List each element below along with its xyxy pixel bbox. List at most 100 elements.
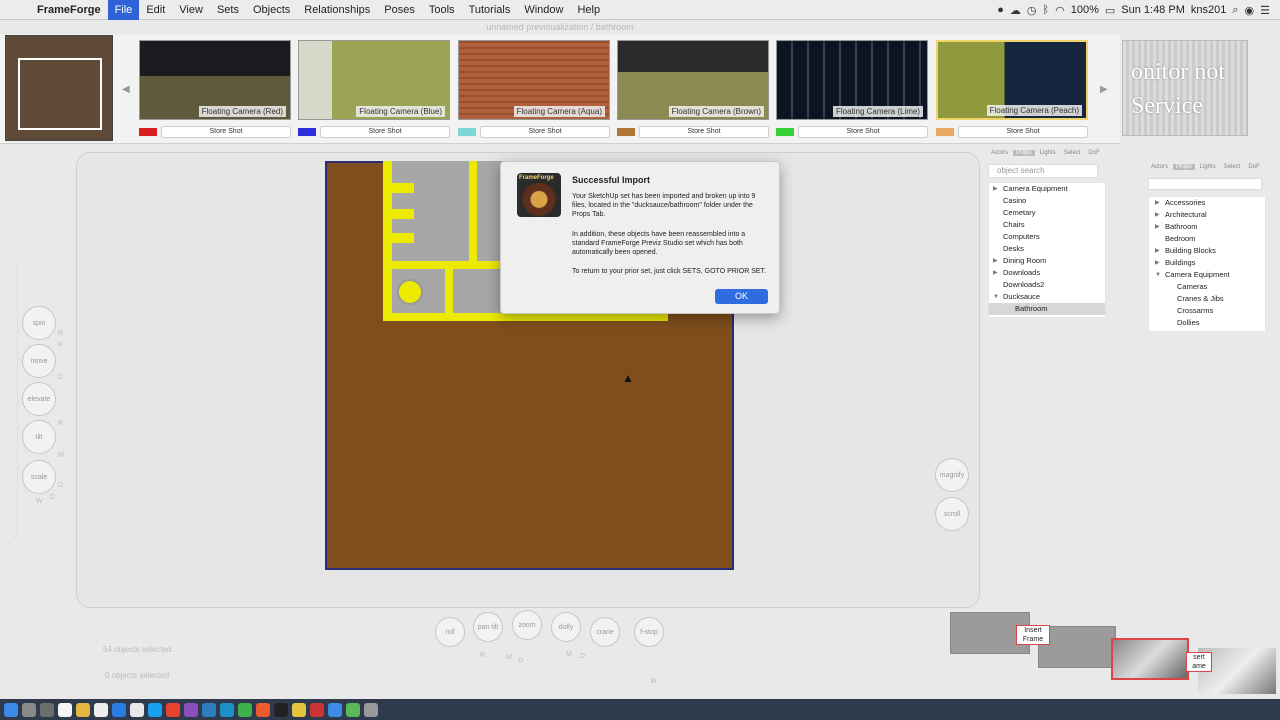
- photoshop-icon[interactable]: [202, 702, 216, 717]
- elevate-knob[interactable]: elevate: [22, 382, 56, 416]
- mini-floor-plan[interactable]: [5, 35, 113, 141]
- roll-knob[interactable]: roll: [435, 617, 465, 647]
- tab-actors[interactable]: Actors: [1148, 164, 1171, 170]
- launchpad-icon[interactable]: [22, 702, 36, 717]
- battery-percent[interactable]: 100%: [1071, 4, 1099, 16]
- insert-frame-button[interactable]: Insert Frame: [1016, 625, 1050, 645]
- clock-icon[interactable]: ◷: [1027, 4, 1037, 17]
- tree-item[interactable]: Cemetary: [989, 207, 1105, 219]
- tree-item[interactable]: ▶ Building Blocks: [1149, 245, 1265, 257]
- shot-thumbnail[interactable]: Floating Camera (Aqua): [458, 40, 610, 120]
- magnify-knob[interactable]: magnify: [935, 458, 969, 492]
- object-search-input[interactable]: object search: [988, 164, 1098, 178]
- menu-tutorials[interactable]: Tutorials: [462, 0, 518, 20]
- scale-knob[interactable]: scale: [22, 460, 56, 494]
- acrobat-icon[interactable]: [310, 702, 324, 717]
- knob-mode-letter[interactable]: M: [506, 654, 512, 661]
- tab-lights[interactable]: Lights: [1197, 164, 1219, 170]
- tree-item[interactable]: ▶ Accessories: [1149, 197, 1265, 209]
- menu-poses[interactable]: Poses: [377, 0, 422, 20]
- premiere-icon[interactable]: [184, 702, 198, 717]
- cloud-icon[interactable]: ☁: [1010, 4, 1021, 17]
- tree-item-selected[interactable]: Bathroom: [989, 303, 1105, 315]
- tree-item[interactable]: Desks: [989, 243, 1105, 255]
- strip-right-arrow-icon[interactable]: ▶: [1100, 84, 1108, 95]
- tree-item[interactable]: ▼ Ducksauce: [989, 291, 1105, 303]
- mail-icon[interactable]: [148, 702, 162, 717]
- tab-actors[interactable]: Actors: [988, 150, 1011, 156]
- menu-window[interactable]: Window: [517, 0, 570, 20]
- store-shot-button[interactable]: Store Shot: [161, 126, 291, 138]
- chrome-icon[interactable]: [130, 702, 144, 717]
- siri-icon[interactable]: ◉: [1245, 4, 1255, 17]
- tree-item[interactable]: Downloads2: [989, 279, 1105, 291]
- tilt-knob[interactable]: tilt: [22, 420, 56, 454]
- record-icon[interactable]: ●: [997, 4, 1004, 16]
- store-shot-button[interactable]: Store Shot: [958, 126, 1088, 138]
- scroll-knob[interactable]: scroll: [935, 497, 969, 531]
- knob-mode-letter[interactable]: D: [518, 657, 523, 664]
- shot-blue[interactable]: Floating Camera (Blue) Store Shot: [298, 40, 450, 138]
- knob-mode-letter[interactable]: W: [36, 498, 43, 505]
- tab-select[interactable]: Select: [1061, 150, 1084, 156]
- terminal-icon[interactable]: [274, 702, 288, 717]
- frameforge-dock-icon[interactable]: [220, 702, 234, 717]
- tree-item[interactable]: Bedroom: [1149, 233, 1265, 245]
- shot-thumbnail[interactable]: Floating Camera (Peach): [936, 40, 1088, 120]
- tree-item[interactable]: ▶ Buildings: [1149, 257, 1265, 269]
- move-knob[interactable]: move: [22, 344, 56, 378]
- shot-red[interactable]: Floating Camera (Red) Store Shot: [139, 40, 291, 138]
- store-shot-button[interactable]: Store Shot: [480, 126, 610, 138]
- tab-props[interactable]: Props: [1173, 164, 1195, 170]
- wifi-icon[interactable]: ◠: [1055, 4, 1065, 17]
- finder-icon[interactable]: [4, 702, 18, 717]
- tree-item[interactable]: Casino: [989, 195, 1105, 207]
- shot-thumbnail[interactable]: Floating Camera (Lime): [776, 40, 928, 120]
- notes-icon[interactable]: [76, 702, 90, 717]
- clock[interactable]: Sun 1:48 PM: [1121, 4, 1185, 16]
- knob-mode-letter[interactable]: R: [58, 420, 63, 427]
- storyboard-thumbnail[interactable]: [1111, 638, 1189, 680]
- menu-relationships[interactable]: Relationships: [297, 0, 377, 20]
- object-search-input-secondary[interactable]: [1148, 178, 1262, 190]
- menu-tools[interactable]: Tools: [422, 0, 462, 20]
- app-store-icon[interactable]: [112, 702, 126, 717]
- photos-icon[interactable]: [94, 702, 108, 717]
- bluetooth-icon[interactable]: ᛒ: [1043, 4, 1050, 16]
- shot-brown[interactable]: Floating Camera (Brown) Store Shot: [617, 40, 769, 138]
- knob-mode-letter[interactable]: M: [58, 452, 64, 459]
- tree-item[interactable]: ▶ Dining Room: [989, 255, 1105, 267]
- facetime-icon[interactable]: [346, 702, 360, 717]
- menu-list-icon[interactable]: ☰: [1260, 4, 1270, 17]
- insert-frame-button-secondary[interactable]: sert ame: [1186, 652, 1212, 672]
- knob-mode-letter[interactable]: D: [58, 374, 63, 381]
- music-icon[interactable]: [166, 702, 180, 717]
- menu-file[interactable]: File: [107, 0, 140, 20]
- spin-knob[interactable]: spin: [22, 306, 56, 340]
- knob-mode-letter[interactable]: D: [58, 482, 63, 489]
- tab-dof[interactable]: DoF: [1085, 150, 1102, 156]
- knob-mode-letter[interactable]: M: [566, 651, 572, 658]
- messages-icon[interactable]: [238, 702, 252, 717]
- knob-mode-letter[interactable]: W: [650, 678, 657, 685]
- tab-select[interactable]: Select: [1221, 164, 1244, 170]
- calendar-icon[interactable]: [58, 702, 72, 717]
- safari-icon[interactable]: [328, 702, 342, 717]
- knob-mode-letter[interactable]: R: [58, 330, 63, 337]
- shot-thumbnail[interactable]: Floating Camera (Red): [139, 40, 291, 120]
- knob-mode-letter[interactable]: D: [50, 494, 55, 501]
- strip-left-arrow-icon[interactable]: ◀: [122, 84, 130, 95]
- knob-mode-letter[interactable]: P: [58, 342, 63, 349]
- zoom-knob[interactable]: zoom: [512, 610, 542, 640]
- menu-objects[interactable]: Objects: [246, 0, 297, 20]
- user-name[interactable]: kns201: [1191, 4, 1226, 16]
- tree-item[interactable]: Cameras: [1149, 281, 1265, 293]
- tree-item[interactable]: Dollies: [1149, 317, 1265, 329]
- tree-item[interactable]: ▶ Architectural: [1149, 209, 1265, 221]
- tree-item[interactable]: ▶ Camera Equipment: [989, 183, 1105, 195]
- tab-lights[interactable]: Lights: [1037, 150, 1059, 156]
- shot-aqua[interactable]: Floating Camera (Aqua) Store Shot: [458, 40, 610, 138]
- fstop-knob[interactable]: f-stop: [634, 617, 664, 647]
- menu-help[interactable]: Help: [570, 0, 607, 20]
- trash-icon[interactable]: [364, 702, 378, 717]
